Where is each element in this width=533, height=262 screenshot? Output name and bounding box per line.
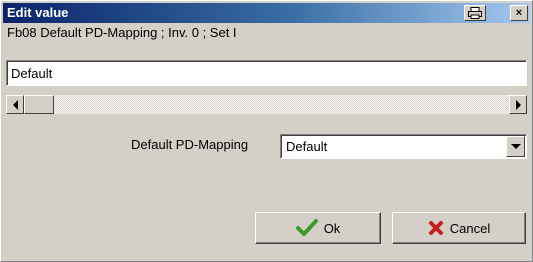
checkmark-icon xyxy=(295,219,318,236)
title-bar[interactable]: Edit value × xyxy=(3,3,530,23)
edit-value-dialog: Edit value × Fb08 Default PD-Mapping ; I… xyxy=(0,0,533,262)
print-button[interactable] xyxy=(464,5,486,21)
arrow-left-icon xyxy=(12,99,18,110)
ok-button[interactable]: Ok xyxy=(255,212,381,244)
horizontal-scrollbar[interactable] xyxy=(6,95,527,114)
close-icon: × xyxy=(515,7,523,19)
mapping-dropdown[interactable]: Default xyxy=(280,134,527,159)
value-input[interactable] xyxy=(6,60,527,86)
close-button[interactable]: × xyxy=(510,5,528,21)
cancel-button[interactable]: Cancel xyxy=(392,212,526,244)
chevron-down-icon xyxy=(510,144,521,149)
mapping-label: Default PD-Mapping xyxy=(131,137,249,152)
arrow-right-icon xyxy=(515,99,521,110)
mapping-selected-value: Default xyxy=(286,139,328,154)
window-title: Edit value xyxy=(7,5,69,20)
cancel-label: Cancel xyxy=(449,220,491,236)
scroll-thumb[interactable] xyxy=(24,95,54,114)
print-icon xyxy=(468,7,482,19)
scroll-left-button[interactable] xyxy=(6,95,24,114)
cross-icon xyxy=(428,221,443,235)
ok-label: Ok xyxy=(323,220,341,236)
dropdown-toggle-button[interactable] xyxy=(506,136,525,157)
scroll-right-button[interactable] xyxy=(509,95,527,114)
parameter-description: Fb08 Default PD-Mapping ; Inv. 0 ; Set I xyxy=(7,25,237,40)
